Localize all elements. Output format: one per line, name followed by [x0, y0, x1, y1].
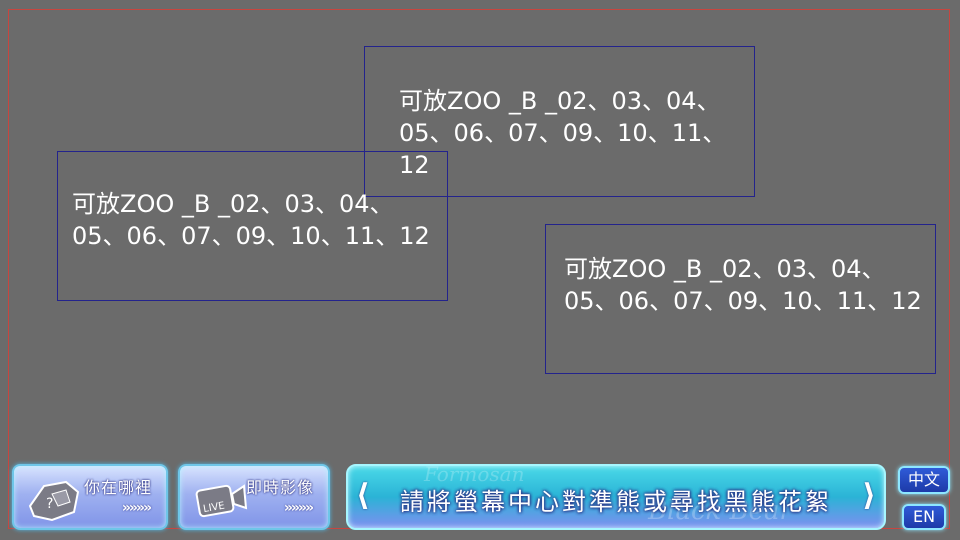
where-am-i-label: 你在哪裡 — [83, 478, 152, 497]
placeholder-text: 可放ZOO _B _02、03、04、05、06、07、09、10、11、12 — [72, 190, 430, 250]
video-camera-icon: LIVE — [188, 472, 252, 524]
content-placeholder-c: 可放ZOO _B _02、03、04、05、06、07、09、10、11、12 — [545, 224, 936, 374]
live-video-label: 即時影像 — [245, 478, 314, 497]
placeholder-text: 可放ZOO _B _02、03、04、05、06、07、09、10、11、12 — [564, 255, 922, 315]
instruction-text: 請將螢幕中心對準熊或尋找黑熊花絮 — [400, 488, 832, 516]
double-chevron-icon: »»»» — [283, 500, 314, 516]
placeholder-text: 可放ZOO _B _02、03、04、05、06、07、09、10、11、12 — [399, 87, 727, 179]
instruction-banner: Formosan Black Bear ⟨ 請將螢幕中心對準熊或尋找黑熊花絮 ⟩ — [346, 462, 886, 530]
double-chevron-icon: »»»» — [121, 500, 152, 516]
map-question-mark: ? — [46, 496, 53, 512]
map-pin-icon: ? — [22, 472, 86, 524]
live-video-button[interactable]: LIVE 即時影像 »»»» — [178, 464, 330, 530]
where-am-i-button[interactable]: ? 你在哪裡 »»»» — [12, 464, 168, 530]
content-placeholder-b: 可放ZOO _B _02、03、04、05、06、07、09、10、11、12 — [57, 151, 448, 301]
right-bracket-icon: ⟩ — [862, 478, 876, 513]
language-chinese-button[interactable]: 中文 — [898, 466, 950, 494]
language-english-button[interactable]: EN — [902, 504, 946, 530]
